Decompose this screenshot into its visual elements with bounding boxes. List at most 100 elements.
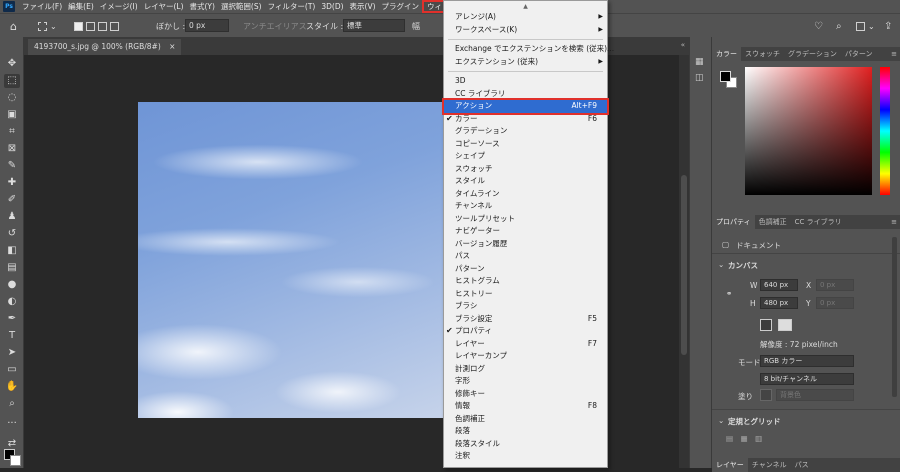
style-select[interactable]: 標準 bbox=[343, 19, 405, 32]
x-input[interactable]: 0 px bbox=[816, 279, 854, 291]
marquee-preset-icon[interactable]: ⌄ bbox=[38, 19, 57, 33]
rectangle-tool-icon[interactable]: ▭ bbox=[4, 363, 20, 377]
menu-item[interactable]: レイヤー F7 bbox=[444, 338, 607, 351]
menu-item[interactable]: バージョン履歴 bbox=[444, 238, 607, 251]
canvas-width-input[interactable]: 640 px bbox=[760, 279, 798, 291]
blur-input[interactable]: 0 px bbox=[185, 19, 229, 32]
menu-item[interactable]: ヒストグラム bbox=[444, 275, 607, 288]
tab-cc-libraries[interactable]: CC ライブラリ bbox=[791, 215, 846, 229]
more-tools-icon[interactable]: ··· bbox=[4, 417, 20, 431]
dodge-tool-icon[interactable]: ◐ bbox=[4, 295, 20, 309]
menu-view[interactable]: 表示(V) bbox=[347, 0, 379, 13]
workspace-icon[interactable]: ⌄ bbox=[856, 19, 875, 33]
color-field[interactable] bbox=[745, 67, 872, 195]
rect-marquee-tool-icon[interactable]: ⬚ bbox=[4, 74, 20, 88]
menu-item[interactable]: タイムライン bbox=[444, 188, 607, 201]
panel-menu-icon[interactable]: ≡ bbox=[887, 47, 900, 61]
brush-tool-icon[interactable]: ✐ bbox=[4, 193, 20, 207]
menu-item[interactable]: 字形 bbox=[444, 375, 607, 388]
hue-slider[interactable] bbox=[880, 67, 890, 195]
fill-select[interactable]: 背景色 bbox=[776, 389, 854, 401]
type-tool-icon[interactable]: T bbox=[4, 329, 20, 343]
frame-tool-icon[interactable]: ⊠ bbox=[4, 142, 20, 156]
tab-color[interactable]: カラー bbox=[712, 47, 741, 61]
gradient-tool-icon[interactable]: ▤ bbox=[4, 261, 20, 275]
menu-item[interactable]: ヒストリー bbox=[444, 288, 607, 301]
vertical-scrollbar[interactable] bbox=[679, 55, 689, 468]
menu-item[interactable]: スタイル bbox=[444, 175, 607, 188]
search-icon[interactable]: ⌕ bbox=[836, 19, 842, 33]
canvas-height-input[interactable]: 480 px bbox=[760, 297, 798, 309]
y-input[interactable]: 0 px bbox=[816, 297, 854, 309]
menu-item[interactable]: 3D bbox=[444, 75, 607, 88]
document-tab[interactable]: 4193700_s.jpg @ 100% (RGB/8#) × bbox=[28, 39, 182, 55]
stamp-tool-icon[interactable]: ♟ bbox=[4, 210, 20, 224]
menu-item[interactable]: アレンジ(A) ▶ bbox=[444, 11, 607, 24]
menu-3d[interactable]: 3D(D) bbox=[318, 0, 346, 13]
menu-item[interactable]: パス bbox=[444, 250, 607, 263]
share-upload-icon[interactable]: ⇪ bbox=[884, 19, 892, 33]
info-panel-icon[interactable]: ◫ bbox=[695, 73, 704, 83]
collapse-chevron-icon[interactable]: ⌄ bbox=[718, 260, 724, 269]
lasso-tool-icon[interactable]: ◌ bbox=[4, 91, 20, 105]
tab-paths[interactable]: パス bbox=[791, 458, 813, 472]
healing-brush-tool-icon[interactable]: ✚ bbox=[4, 176, 20, 190]
scroll-thumb[interactable] bbox=[681, 175, 687, 355]
menu-item[interactable]: グラデーション bbox=[444, 125, 607, 138]
menu-item[interactable]: スウォッチ bbox=[444, 163, 607, 176]
properties-menu-icon[interactable]: ≡ bbox=[887, 215, 900, 229]
menu-plugins[interactable]: プラグイン bbox=[379, 0, 423, 13]
menu-item[interactable]: コピーソース bbox=[444, 138, 607, 151]
menu-item[interactable]: ツールプリセット bbox=[444, 213, 607, 226]
menu-item[interactable]: ✔ プロパティ bbox=[444, 325, 607, 338]
move-tool-icon[interactable]: ✥ bbox=[4, 57, 20, 71]
menu-item[interactable]: 計測ログ bbox=[444, 363, 607, 376]
bit-depth-select[interactable]: 8 bit/チャンネル bbox=[760, 373, 854, 385]
zoom-tool-icon[interactable]: ⌕ bbox=[4, 397, 20, 411]
menu-item[interactable]: CC ライブラリ bbox=[444, 88, 607, 101]
menu-item[interactable]: シェイプ bbox=[444, 150, 607, 163]
mode-select[interactable]: RGB カラー bbox=[760, 355, 854, 367]
close-tab-icon[interactable]: × bbox=[169, 42, 175, 51]
color-fg-swatch[interactable] bbox=[720, 71, 731, 82]
portrait-orientation-icon[interactable] bbox=[760, 319, 772, 331]
menu-item[interactable]: ナビゲーター bbox=[444, 225, 607, 238]
home-icon[interactable]: ⌂ bbox=[10, 19, 17, 33]
object-select-tool-icon[interactable]: ▣ bbox=[4, 108, 20, 122]
menu-item[interactable]: レイヤーカンプ bbox=[444, 350, 607, 363]
menu-item[interactable]: ワークスペース(K) ▶ bbox=[444, 24, 607, 37]
tab-adjustments[interactable]: 色調補正 bbox=[755, 215, 791, 229]
menu-type[interactable]: 書式(Y) bbox=[187, 0, 218, 13]
tab-swatches[interactable]: スウォッチ bbox=[741, 47, 784, 61]
menu-item[interactable]: Exchange でエクステンションを検索 (従来)... bbox=[444, 43, 614, 56]
menu-item[interactable]: 段落スタイル bbox=[444, 438, 607, 451]
menu-item[interactable]: ✔ カラー F6 bbox=[444, 113, 607, 126]
blur-tool-icon[interactable]: ● bbox=[4, 278, 20, 292]
menu-item[interactable]: 色調補正 bbox=[444, 413, 607, 426]
menu-item[interactable]: チャンネル bbox=[444, 200, 607, 213]
antialias-checkbox[interactable]: アンチエイリアス bbox=[243, 19, 307, 33]
path-select-tool-icon[interactable]: ➤ bbox=[4, 346, 20, 360]
menu-item[interactable]: ブラシ bbox=[444, 300, 607, 313]
pen-tool-icon[interactable]: ✒ bbox=[4, 312, 20, 326]
menu-item[interactable]: 情報 F8 bbox=[444, 400, 607, 413]
tab-patterns[interactable]: パターン bbox=[841, 47, 877, 61]
collapse-chevron-icon[interactable]: ⌄ bbox=[718, 416, 724, 425]
menu-file[interactable]: ファイル(F) bbox=[19, 0, 65, 13]
properties-scrollbar[interactable] bbox=[892, 237, 897, 397]
menu-item[interactable]: ブラシ設定 F5 bbox=[444, 313, 607, 326]
fill-swatch[interactable] bbox=[760, 389, 772, 401]
panel-collapse-icon[interactable]: « bbox=[681, 41, 685, 49]
menu-edit[interactable]: 編集(E) bbox=[65, 0, 97, 13]
tab-gradients[interactable]: グラデーション bbox=[784, 47, 841, 61]
document-image[interactable] bbox=[138, 102, 445, 418]
menu-item[interactable]: 修飾キー bbox=[444, 388, 607, 401]
share-icon[interactable]: ♡ bbox=[814, 19, 823, 33]
menu-item[interactable]: 段落 bbox=[444, 425, 607, 438]
menu-image[interactable]: イメージ(I) bbox=[97, 0, 141, 13]
eraser-tool-icon[interactable]: ◧ bbox=[4, 244, 20, 258]
menu-select[interactable]: 選択範囲(S) bbox=[218, 0, 265, 13]
menu-item[interactable]: パターン bbox=[444, 263, 607, 276]
menu-item[interactable]: 注釈 bbox=[444, 450, 607, 463]
eyedropper-tool-icon[interactable]: ✎ bbox=[4, 159, 20, 173]
